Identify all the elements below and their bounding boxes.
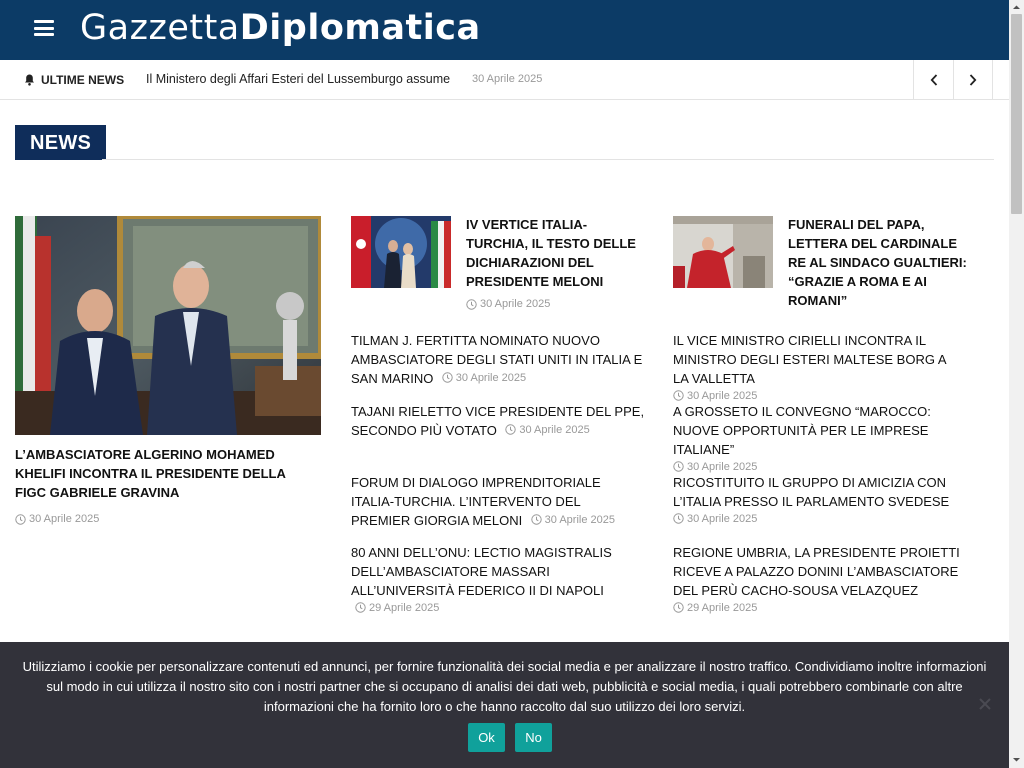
article-title[interactable]: 80 anni dell’Onu: lectio magistralis del… [351, 545, 612, 598]
article-date: 30 Aprile 2025 [673, 461, 757, 473]
article-date: 30 Aprile 2025 [673, 390, 757, 402]
article-date: 30 Aprile 2025 [466, 298, 550, 310]
list-item: Tajani rieletto vice presidente del PPE,… [351, 402, 646, 440]
logo-part2: Diplomatica [239, 8, 481, 48]
bell-icon [25, 74, 34, 86]
clock-icon [355, 602, 366, 613]
date-text: 30 Aprile 2025 [29, 513, 100, 525]
list-item: Il Vice Ministro Cirielli incontra il Mi… [673, 331, 963, 406]
menu-icon[interactable] [34, 20, 54, 36]
cookie-banner: Utilizziamo i cookie per personalizzare … [0, 642, 1009, 768]
close-icon[interactable] [976, 695, 994, 713]
featured-date: 30 Aprile 2025 [15, 513, 99, 525]
cookie-text: Utilizziamo i cookie per personalizzare … [22, 659, 987, 714]
chevron-left-icon [930, 73, 937, 86]
clock-icon [673, 513, 684, 524]
article-title[interactable]: Tajani rieletto vice presidente del PPE,… [351, 404, 644, 438]
article-thumbnail[interactable] [673, 216, 773, 288]
site-logo[interactable]: GazzettaDiplomatica [80, 8, 481, 48]
clock-icon [530, 514, 542, 525]
article-title[interactable]: Il Vice Ministro Cirielli incontra il Mi… [673, 331, 963, 388]
page-scrollbar[interactable] [1009, 0, 1024, 768]
list-item: Ricostituito il Gruppo di Amicizia con l… [673, 473, 973, 529]
featured-article: L’ambasciatore algerino Mohamed Khelifi … [15, 445, 315, 502]
clock-icon [673, 461, 684, 472]
date-text: 30 Aprile 2025 [519, 423, 590, 436]
clock-icon [505, 424, 517, 435]
date-text: 30 Aprile 2025 [687, 389, 758, 402]
article-date: 29 Aprile 2025 [355, 602, 439, 614]
scroll-up-icon[interactable] [1012, 3, 1021, 12]
scroll-down-icon[interactable] [1012, 755, 1021, 764]
article-date: 30 Aprile 2025 [442, 372, 526, 384]
site-header: GazzettaDiplomatica [0, 0, 1009, 60]
date-text: 30 Aprile 2025 [455, 371, 527, 384]
cookie-ok-button[interactable]: Ok [468, 723, 505, 752]
date-text: 30 Aprile 2025 [687, 512, 758, 525]
article-title[interactable]: A Grosseto il convegno “Marocco: nuove o… [673, 402, 963, 459]
clock-icon [673, 602, 684, 613]
list-item: Regione Umbria, la Presidente Proietti r… [673, 543, 963, 618]
section-divider [102, 159, 994, 160]
article-title[interactable]: Funerali del Papa, lettera del Cardinale… [788, 217, 967, 308]
ticker-label: ULTIME NEWS [0, 60, 130, 99]
news-ticker: ULTIME NEWS Il Ministero degli Affari Es… [0, 60, 1009, 100]
clock-icon [466, 298, 477, 310]
chevron-right-icon [969, 73, 977, 86]
scroll-thumb[interactable] [1011, 14, 1022, 214]
section-title: NEWS [15, 125, 107, 160]
ticker-date: 30 Aprile 2025 [472, 73, 543, 85]
ticker-next-button[interactable] [953, 60, 993, 99]
article-date: 29 Aprile 2025 [673, 602, 757, 614]
date-text: 29 Aprile 2025 [369, 601, 440, 614]
date-text: 30 Aprile 2025 [544, 513, 615, 526]
ticker-label-text: ULTIME NEWS [41, 72, 125, 87]
article-item: Funerali del Papa, lettera del Cardinale… [788, 215, 973, 310]
article-thumbnail[interactable] [351, 216, 451, 288]
article-title[interactable]: IV Vertice Italia-Turchia, il testo dell… [466, 217, 636, 289]
date-text: 30 Aprile 2025 [687, 460, 758, 473]
article-item: IV Vertice Italia-Turchia, il testo dell… [466, 215, 646, 291]
article-title[interactable]: Ricostituito il Gruppo di Amicizia con l… [673, 473, 973, 511]
ticker-prev-button[interactable] [913, 60, 953, 99]
ticker-headline[interactable]: Il Ministero degli Affari Esteri del Lus… [146, 72, 450, 86]
article-date: 30 Aprile 2025 [673, 513, 757, 525]
date-text: 30 Aprile 2025 [480, 298, 551, 310]
list-item: 80 anni dell’Onu: lectio magistralis del… [351, 543, 641, 618]
date-text: 29 Aprile 2025 [687, 601, 758, 614]
article-date: 30 Aprile 2025 [505, 423, 590, 436]
list-item: A Grosseto il convegno “Marocco: nuove o… [673, 402, 963, 477]
list-item: Tilman J. Fertitta nominato nuovo Ambasc… [351, 331, 646, 388]
featured-image[interactable] [15, 216, 321, 435]
article-title[interactable]: Regione Umbria, la Presidente Proietti r… [673, 543, 963, 600]
cookie-no-button[interactable]: No [515, 723, 552, 752]
clock-icon [15, 513, 26, 525]
clock-icon [673, 390, 684, 401]
logo-part1: Gazzetta [80, 8, 240, 48]
article-date: 30 Aprile 2025 [530, 513, 615, 526]
clock-icon [442, 372, 453, 383]
list-item: Forum di Dialogo Imprenditoriale Italia-… [351, 473, 636, 530]
featured-title[interactable]: L’ambasciatore algerino Mohamed Khelifi … [15, 447, 285, 500]
